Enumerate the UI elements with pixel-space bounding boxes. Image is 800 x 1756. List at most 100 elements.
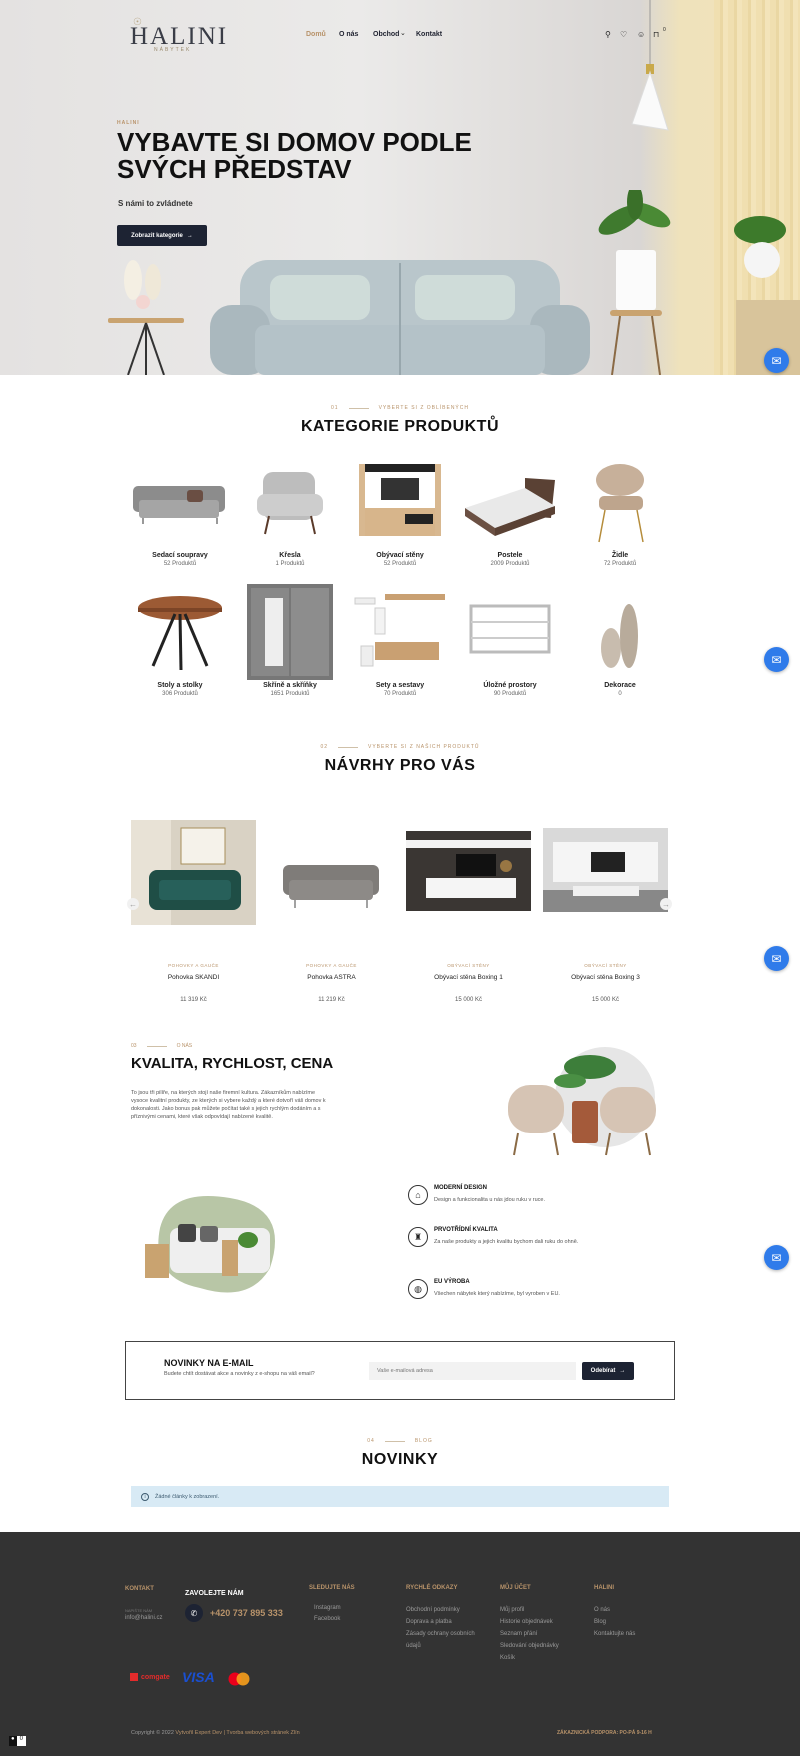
living-room-image <box>145 1196 275 1293</box>
footer-link[interactable]: Zásady ochrany osobních <box>406 1628 475 1640</box>
newsletter-box: NOVINKY NA E-MAIL Budete chtít dostávat … <box>125 1341 675 1400</box>
cookie-widget[interactable]: ● 0 <box>9 1736 26 1746</box>
nav-item-contact[interactable]: Kontakt <box>416 31 442 38</box>
category-card[interactable]: Postele 2009 Produktů <box>455 458 565 567</box>
category-image <box>125 458 235 548</box>
category-card[interactable]: Stoly a stolky 306 Produktů <box>125 588 235 697</box>
hero-section: ☉ HALINI NÁBYTEK Domů O nás Obchod ⌄ Kon… <box>0 0 800 375</box>
product-image <box>543 820 668 925</box>
product-card[interactable]: POHOVKY A GAUČE Pohovka ASTRA 11 219 Kč <box>269 820 394 1003</box>
messenger-icon[interactable]: ✉ <box>764 647 789 672</box>
footer-email-link[interactable]: info@halini.cz <box>125 1612 162 1624</box>
plant-image <box>598 190 671 375</box>
blog-eyebrow: 04 BLOG <box>367 1438 433 1444</box>
category-card[interactable]: Dekorace 0 <box>565 588 675 697</box>
footer-link[interactable]: Sledování objednávky <box>500 1640 559 1652</box>
category-card[interactable]: Křesla 1 Produktů <box>235 458 345 567</box>
footer-link[interactable]: Kontaktujte nás <box>594 1628 635 1640</box>
footer-link[interactable]: Historie objednávek <box>500 1616 553 1628</box>
category-card[interactable]: Sedací soupravy 52 Produktů <box>125 458 235 567</box>
product-card[interactable]: OBÝVACÍ STĚNY Obývací stěna Boxing 3 15 … <box>543 820 668 1003</box>
products-title: NÁVRHY PRO VÁS <box>324 757 476 774</box>
phone-icon: ✆ <box>185 1604 203 1622</box>
category-card[interactable]: Skříně a skříňky 1651 Produktů <box>235 584 345 697</box>
copyright: Copyright © 2022 Vytvořil Expert Dev | T… <box>131 1730 300 1736</box>
subscribe-button[interactable]: Odebírat → <box>582 1362 634 1380</box>
product-card[interactable]: POHOVKY A GAUČE Pohovka SKANDI 11 319 Kč <box>131 820 256 1003</box>
arrow-right-icon: → <box>619 1368 626 1374</box>
carousel-prev-button[interactable]: ← <box>127 898 139 910</box>
category-image <box>235 584 345 680</box>
feature-item: ⌂ MODERNÍ DESIGN Design a funkcionalita u… <box>408 1185 545 1205</box>
footer-account-heading: MŮJ ÚČET <box>500 1585 531 1591</box>
newsletter-title: NOVINKY NA E-MAIL <box>164 1358 254 1368</box>
category-card[interactable]: Úložné prostory 90 Produktů <box>455 588 565 697</box>
footer-call-heading: ZAVOLEJTE NÁM <box>185 1590 244 1597</box>
logo-tagline: NÁBYTEK <box>154 47 192 53</box>
blog-title: NOVINKY <box>361 1451 439 1468</box>
footer-halini-heading: HALINI <box>594 1585 614 1591</box>
hero-eyebrow: HALINI <box>117 120 140 126</box>
category-card[interactable]: Židle 72 Produktů <box>565 458 675 567</box>
about-text: To jsou tři pilíře, na kterých stojí naš… <box>131 1090 326 1120</box>
product-image <box>269 820 394 925</box>
footer-link[interactable]: Doprava a platba <box>406 1616 452 1628</box>
cart-icon[interactable]: ⊓ <box>653 30 659 39</box>
footer-link[interactable]: Košík <box>500 1652 515 1664</box>
carousel-next-button[interactable]: → <box>660 898 672 910</box>
footer-link[interactable]: Můj profil <box>500 1604 524 1616</box>
category-card[interactable]: Sety a sestavy 70 Produktů <box>345 588 455 697</box>
newsletter-text: Budete chtít dostávat akce a novinky z e… <box>164 1371 315 1377</box>
feature-item: ♜ PRVOTŘÍDNÍ KVALITA Za naše produkty a j… <box>408 1227 598 1247</box>
sofa-image <box>210 260 590 375</box>
show-categories-button[interactable]: Zobrazit kategorie → <box>117 225 207 246</box>
product-image <box>131 820 256 925</box>
footer-link[interactable]: O nás <box>594 1604 610 1616</box>
globe-icon: ◍ <box>408 1279 428 1299</box>
category-card[interactable]: Obývací stěny 52 Produktů <box>345 458 455 567</box>
user-icon[interactable]: ☺ <box>637 30 645 39</box>
category-image <box>455 588 565 678</box>
blog-notice: i Žádné články k zobrazení. <box>131 1486 669 1507</box>
search-icon[interactable]: ⚲ <box>605 30 611 39</box>
category-image <box>235 458 345 548</box>
footer-link-facebook[interactable]: Facebook <box>314 1613 340 1625</box>
category-image <box>565 588 675 678</box>
categories-eyebrow: 01 VYBERTE SI Z OBLÍBENÝCH <box>331 405 469 411</box>
footer-contact-heading: KONTAKT <box>125 1586 154 1592</box>
category-image <box>345 588 455 678</box>
category-image <box>345 458 455 548</box>
arrow-right-icon: → <box>186 232 193 239</box>
plant-shelf-image <box>734 216 800 375</box>
cart-count: 0 <box>663 27 666 33</box>
pendant-lamp-image <box>631 0 669 131</box>
footer-link[interactable]: Seznam přání <box>500 1628 537 1640</box>
armchairs-image <box>508 1047 656 1156</box>
footer-phone-link[interactable]: +420 737 895 333 <box>210 1608 283 1618</box>
nav-item-home[interactable]: Domů <box>306 31 326 38</box>
product-image <box>406 820 531 925</box>
support-hours: ZÁKAZNICKÁ PODPORA: PO-PÁ 9-16 H <box>557 1730 652 1736</box>
side-table-image <box>108 260 184 375</box>
category-image <box>125 588 235 678</box>
messenger-icon[interactable]: ✉ <box>764 348 789 373</box>
heart-icon[interactable]: ♡ <box>620 30 627 39</box>
cookie-icon: ● <box>9 1736 17 1746</box>
hero-title: VYBAVTE SI DOMOV PODLE SVÝCH PŘEDSTAV <box>117 127 472 184</box>
mastercard-logo <box>228 1672 250 1686</box>
nav-item-shop[interactable]: Obchod <box>373 31 399 38</box>
credits-link[interactable]: Vytvořil Expert Dev | Tvorba webových st… <box>175 1730 299 1736</box>
footer-follow-heading: SLEDUJTE NÁS <box>309 1585 355 1591</box>
product-card[interactable]: OBÝVACÍ STĚNY Obývací stěna Boxing 1 15 … <box>406 820 531 1003</box>
footer-link[interactable]: Blog <box>594 1616 606 1628</box>
hero-subtitle: S námi to zvládnete <box>118 199 193 208</box>
footer-link[interactable]: Obchodní podmínky <box>406 1604 460 1616</box>
footer-quick-heading: RYCHLÉ ODKAZY <box>406 1585 458 1591</box>
nav-item-about[interactable]: O nás <box>339 31 358 38</box>
chevron-down-icon: ⌄ <box>400 30 406 37</box>
email-field[interactable] <box>369 1362 576 1380</box>
messenger-icon[interactable]: ✉ <box>764 1245 789 1270</box>
comgate-logo: comgate <box>130 1673 170 1681</box>
messenger-icon[interactable]: ✉ <box>764 946 789 971</box>
footer-link[interactable]: údajů <box>406 1640 421 1652</box>
